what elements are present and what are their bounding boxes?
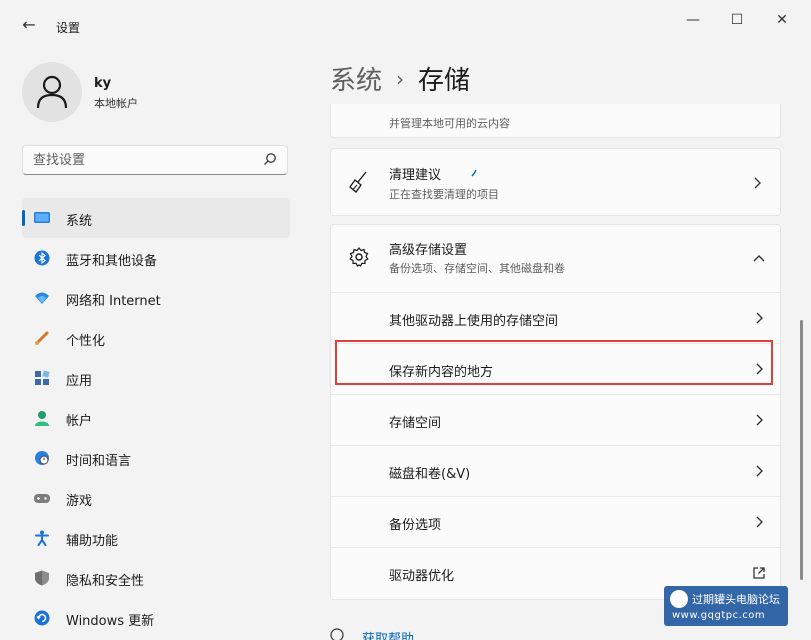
advanced-storage-subtitle: 备份选项、存储空间、其他磁盘和卷: [389, 262, 565, 275]
sidebar-item-bluetooth[interactable]: 蓝牙和其他设备: [22, 238, 290, 278]
sidebar-item-label: 游戏: [66, 494, 93, 509]
external-link-icon: [753, 567, 765, 579]
chevron-up-icon[interactable]: [752, 253, 766, 263]
sidebar-item-label: 网络和 Internet: [66, 294, 161, 309]
settings-content[interactable]: 并管理本地可用的云内容 清理建议 正在查找要清理的项目 高级存储设置 备份选项、…: [330, 104, 782, 640]
breadcrumb-parent[interactable]: 系统: [330, 66, 382, 96]
sidebar-item-personalization[interactable]: 个性化: [22, 318, 290, 358]
close-button[interactable]: ✕: [769, 10, 795, 30]
chevron-right-icon: [756, 312, 763, 324]
app-title: 设置: [56, 21, 81, 35]
highlight-box: [335, 340, 773, 385]
sidebar-item-label: Windows 更新: [66, 614, 155, 629]
title-bar: ← 设置 — ☐ ✕: [0, 0, 811, 44]
bluetooth-icon: [34, 250, 50, 266]
storage-spaces-row[interactable]: 存储空间: [331, 394, 782, 445]
sidebar-item-accounts[interactable]: 帐户: [22, 398, 290, 438]
accessibility-icon: [35, 530, 49, 546]
cleanup-title: 清理建议: [389, 168, 442, 183]
watermark-badge: 过期罐头电脑论坛 www.gqgtpc.com: [664, 586, 788, 626]
person-icon: [36, 75, 68, 109]
row-label: 驱动器优化: [389, 569, 455, 584]
shield-icon: [35, 570, 49, 586]
back-button[interactable]: ←: [18, 14, 40, 36]
cloud-storage-card[interactable]: 并管理本地可用的云内容: [330, 104, 781, 138]
settings-window: ← 设置 — ☐ ✕ ky 本地帐户 系统: [0, 0, 811, 640]
row-label: 磁盘和卷(&V): [389, 467, 471, 482]
row-label: 备份选项: [389, 518, 442, 533]
brush-icon: [35, 331, 49, 345]
chevron-right-icon: [756, 516, 763, 528]
sidebar-item-label: 时间和语言: [66, 454, 132, 469]
apps-icon: [35, 370, 50, 385]
sidebar-item-label: 系统: [66, 214, 93, 229]
globe-clock-icon: [35, 451, 49, 465]
watermark-url: www.gqgtpc.com: [672, 610, 766, 621]
sidebar-item-label: 帐户: [66, 414, 93, 429]
search-box[interactable]: [22, 145, 288, 175]
update-icon: [34, 610, 50, 626]
sidebar-item-accessibility[interactable]: 辅助功能: [22, 518, 290, 558]
cloud-storage-subtitle: 并管理本地可用的云内容: [389, 117, 510, 130]
sidebar-item-label: 蓝牙和其他设备: [66, 254, 158, 269]
display-icon: [34, 212, 50, 223]
sidebar-item-network[interactable]: 网络和 Internet: [22, 278, 290, 318]
sidebar-item-time-language[interactable]: 时间和语言: [22, 438, 290, 478]
sidebar-item-windows-update[interactable]: Windows 更新: [22, 598, 290, 638]
loading-spinner-icon: [471, 169, 477, 177]
advanced-storage-title: 高级存储设置: [389, 243, 468, 258]
broom-icon: [349, 171, 367, 193]
sidebar-nav: 系统 蓝牙和其他设备 网络和 Internet 个性化 应用 帐户 时间和语言 …: [22, 198, 290, 638]
watermark-name: 过期罐头电脑论坛: [692, 593, 780, 606]
user-name: ky: [94, 76, 112, 91]
scrollbar-thumb[interactable]: [800, 320, 803, 580]
search-icon[interactable]: [263, 152, 277, 166]
help-icon: [330, 628, 344, 640]
wifi-icon: [35, 292, 49, 304]
account-type: 本地帐户: [94, 97, 138, 110]
sidebar-item-system[interactable]: 系统: [22, 198, 290, 238]
search-input[interactable]: [23, 146, 263, 174]
avatar[interactable]: [22, 62, 82, 122]
cleanup-subtitle: 正在查找要清理的项目: [389, 188, 499, 201]
sidebar-item-label: 辅助功能: [66, 534, 119, 549]
other-drives-storage-row[interactable]: 其他驱动器上使用的存储空间: [331, 292, 782, 343]
sidebar-item-privacy-security[interactable]: 隐私和安全性: [22, 558, 290, 598]
maximize-button[interactable]: ☐: [724, 10, 750, 30]
sidebar-item-label: 隐私和安全性: [66, 574, 145, 589]
person-icon: [35, 411, 49, 426]
disks-volumes-row[interactable]: 磁盘和卷(&V): [331, 445, 782, 496]
cleanup-recommendations-card[interactable]: 清理建议 正在查找要清理的项目: [330, 148, 781, 216]
gamepad-icon: [34, 494, 50, 503]
row-label: 存储空间: [389, 416, 442, 431]
breadcrumb-separator: ›: [396, 67, 405, 91]
chevron-right-icon: [756, 414, 763, 426]
advanced-storage-settings-card[interactable]: 高级存储设置 备份选项、存储空间、其他磁盘和卷 其他驱动器上使用的存储空间 保存…: [330, 224, 782, 600]
backup-options-row[interactable]: 备份选项: [331, 496, 782, 547]
minimize-button[interactable]: —: [680, 10, 706, 30]
breadcrumb: 系统 › 存储: [330, 60, 470, 97]
sidebar-item-label: 应用: [66, 374, 93, 389]
get-help-link[interactable]: 获取帮助: [362, 628, 414, 640]
sidebar-item-label: 个性化: [66, 334, 106, 349]
sidebar-item-apps[interactable]: 应用: [22, 358, 290, 398]
gear-icon: [349, 247, 369, 267]
row-label: 其他驱动器上使用的存储空间: [389, 314, 559, 329]
page-title: 存储: [418, 66, 471, 96]
sidebar-item-gaming[interactable]: 游戏: [22, 478, 290, 518]
watermark-logo-icon: [670, 590, 688, 608]
chevron-right-icon: [754, 177, 761, 189]
chevron-right-icon: [756, 465, 763, 477]
advanced-storage-header[interactable]: 高级存储设置 备份选项、存储空间、其他磁盘和卷: [331, 225, 782, 292]
